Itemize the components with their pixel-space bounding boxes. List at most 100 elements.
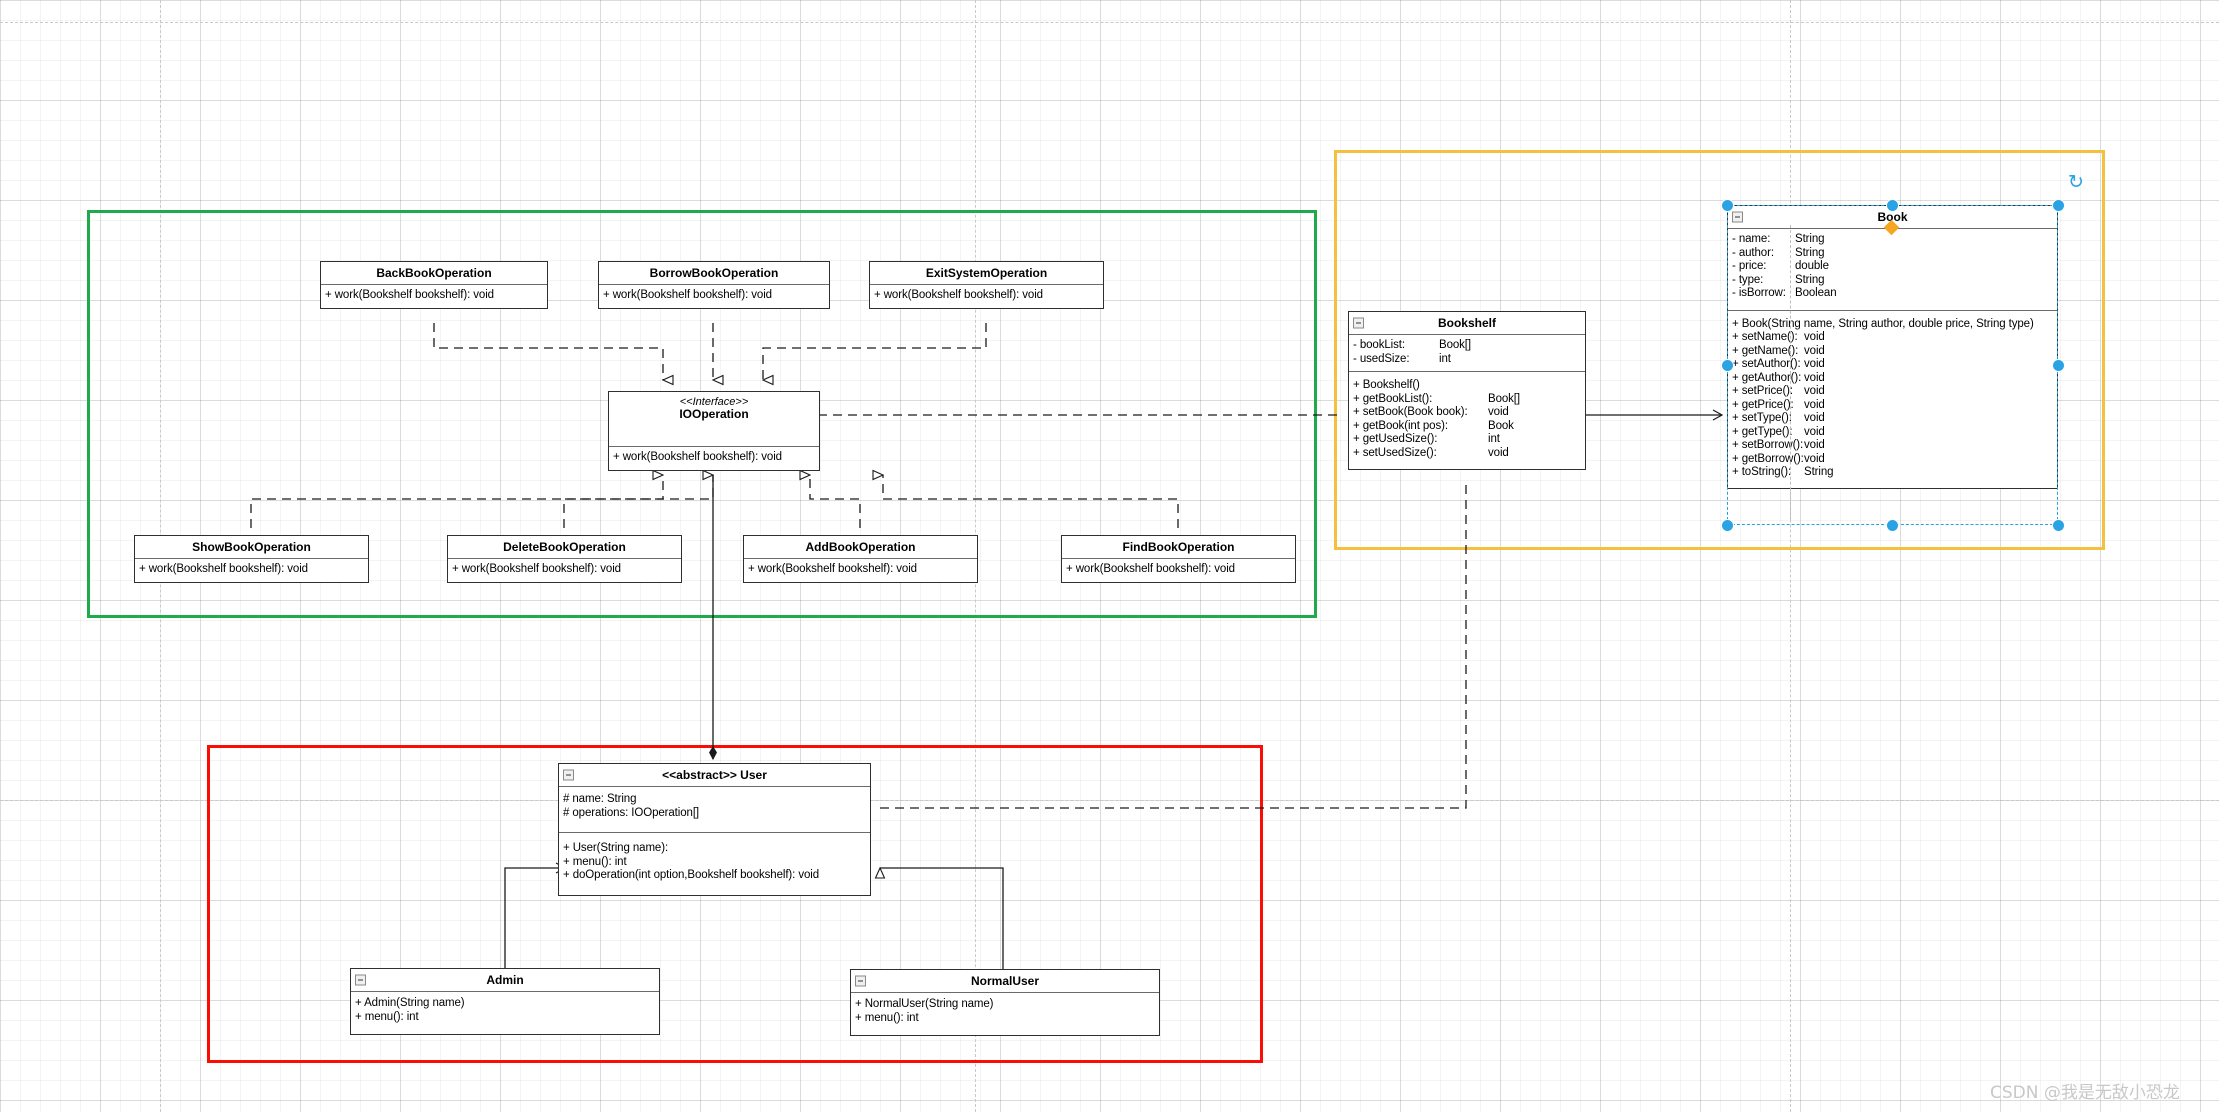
methods-compartment: + work(Bookshelf bookshelf): void (609, 447, 819, 470)
method-row: + getBorrow(): void (1732, 453, 2053, 467)
class-title: BackBookOperation (321, 262, 547, 285)
methods-compartment: + work(Bookshelf bookshelf): void (1062, 559, 1295, 582)
class-delete-book-operation[interactable]: DeleteBookOperation + work(Bookshelf boo… (447, 535, 682, 583)
class-title: FindBookOperation (1062, 536, 1295, 559)
method-row: + work(Bookshelf bookshelf): void (603, 289, 825, 303)
attributes-compartment: - name: String - author: String - price:… (1728, 229, 2057, 311)
method-row: + setName(): void (1732, 331, 2053, 345)
collapse-icon[interactable] (1732, 212, 1743, 223)
method-row: + setPrice(): void (1732, 385, 2053, 399)
selection-handle-top-center[interactable] (1886, 199, 1899, 212)
method-row: + setType(): void (1732, 412, 2053, 426)
method-row: + work(Bookshelf bookshelf): void (139, 563, 364, 577)
class-exit-system-operation[interactable]: ExitSystemOperation + work(Bookshelf boo… (869, 261, 1104, 309)
selection-handle-top-right[interactable] (2052, 199, 2065, 212)
method-row: + getBook(int pos): Book (1353, 420, 1581, 434)
method-row: + getPrice(): void (1732, 399, 2053, 413)
method-row: + menu(): int (355, 1011, 655, 1025)
attribute-row: # name: String (563, 793, 866, 807)
methods-compartment: + work(Bookshelf bookshelf): void (448, 559, 681, 582)
class-name: IOOperation (679, 407, 748, 421)
method-row: + setAuthor(): void (1732, 358, 2053, 372)
diagram-canvas[interactable]: BackBookOperation + work(Bookshelf books… (0, 0, 2219, 1112)
class-title: Bookshelf (1349, 312, 1585, 335)
class-title: <<Interface>> IOOperation (609, 392, 819, 447)
method-row: + work(Bookshelf bookshelf): void (325, 289, 543, 303)
method-row: + work(Bookshelf bookshelf): void (1066, 563, 1291, 577)
class-title: AddBookOperation (744, 536, 977, 559)
selection-handle-middle-left[interactable] (1721, 359, 1734, 372)
class-book[interactable]: Book - name: String - author: String - p… (1727, 205, 2058, 489)
class-title: BorrowBookOperation (599, 262, 829, 285)
methods-compartment: + work(Bookshelf bookshelf): void (599, 285, 829, 308)
attributes-compartment: - bookList: Book[] - usedSize: int (1349, 335, 1585, 372)
class-name: Bookshelf (1438, 316, 1496, 330)
class-io-operation[interactable]: <<Interface>> IOOperation + work(Bookshe… (608, 391, 820, 471)
method-row: + menu(): int (855, 1012, 1155, 1026)
collapse-icon[interactable] (1353, 318, 1364, 329)
method-row: + getBookList(): Book[] (1353, 393, 1581, 407)
class-title: ExitSystemOperation (870, 262, 1103, 285)
method-row: + menu(): int (563, 856, 866, 870)
method-row: + getUsedSize(): int (1353, 433, 1581, 447)
attribute-row: - name: String (1732, 233, 2053, 247)
class-name: <<abstract>> User (662, 768, 767, 782)
attribute-row: - price: double (1732, 260, 2053, 274)
class-borrow-book-operation[interactable]: BorrowBookOperation + work(Bookshelf boo… (598, 261, 830, 309)
attribute-row: # operations: IOOperation[] (563, 807, 866, 821)
methods-compartment: + NormalUser(String name) + menu(): int (851, 993, 1159, 1035)
method-row: + work(Bookshelf bookshelf): void (452, 563, 677, 577)
collapse-icon[interactable] (563, 770, 574, 781)
method-row: + setBorrow(): void (1732, 439, 2053, 453)
class-show-book-operation[interactable]: ShowBookOperation + work(Bookshelf books… (134, 535, 369, 583)
class-find-book-operation[interactable]: FindBookOperation + work(Bookshelf books… (1061, 535, 1296, 583)
class-title: DeleteBookOperation (448, 536, 681, 559)
method-row: + getName(): void (1732, 345, 2053, 359)
method-row: + toString(): String (1732, 466, 2053, 480)
selection-handle-bottom-left[interactable] (1721, 519, 1734, 532)
class-add-book-operation[interactable]: AddBookOperation + work(Bookshelf booksh… (743, 535, 978, 583)
methods-compartment: + Admin(String name) + menu(): int (351, 992, 659, 1034)
attribute-row: - type: String (1732, 274, 2053, 288)
class-title: NormalUser (851, 970, 1159, 993)
attribute-row: - isBorrow: Boolean (1732, 287, 2053, 301)
attribute-row: - bookList: Book[] (1353, 339, 1581, 353)
class-back-book-operation[interactable]: BackBookOperation + work(Bookshelf books… (320, 261, 548, 309)
method-row: + work(Bookshelf bookshelf): void (748, 563, 973, 577)
class-normal-user[interactable]: NormalUser + NormalUser(String name) + m… (850, 969, 1160, 1036)
method-row: + NormalUser(String name) (855, 998, 1155, 1012)
method-row: + getAuthor(): void (1732, 372, 2053, 386)
selection-handle-bottom-right[interactable] (2052, 519, 2065, 532)
methods-compartment: + work(Bookshelf bookshelf): void (870, 285, 1103, 308)
selection-handle-middle-right[interactable] (2052, 359, 2065, 372)
method-row: + Book(String name, String author, doubl… (1732, 318, 2053, 332)
method-row: + doOperation(int option,Bookshelf books… (563, 869, 866, 883)
class-admin[interactable]: Admin + Admin(String name) + menu(): int (350, 968, 660, 1035)
page-guide-horizontal (0, 22, 2219, 23)
class-user[interactable]: <<abstract>> User # name: String # opera… (558, 763, 871, 896)
methods-compartment: + Book(String name, String author, doubl… (1728, 311, 2057, 488)
method-row: + setBook(Book book): void (1353, 406, 1581, 420)
collapse-icon[interactable] (355, 975, 366, 986)
selection-handle-top-left[interactable] (1721, 199, 1734, 212)
class-bookshelf[interactable]: Bookshelf - bookList: Book[] - usedSize:… (1348, 311, 1586, 470)
method-row: + Admin(String name) (355, 997, 655, 1011)
methods-compartment: + work(Bookshelf bookshelf): void (321, 285, 547, 308)
class-title: ShowBookOperation (135, 536, 368, 559)
methods-compartment: + work(Bookshelf bookshelf): void (135, 559, 368, 582)
method-row: + setUsedSize(): void (1353, 447, 1581, 461)
method-row: + getType(): void (1732, 426, 2053, 440)
collapse-icon[interactable] (855, 976, 866, 987)
selection-handle-bottom-center[interactable] (1886, 519, 1899, 532)
method-row: + work(Bookshelf bookshelf): void (874, 289, 1099, 303)
class-title: <<abstract>> User (559, 764, 870, 787)
method-row: + Bookshelf() (1353, 379, 1581, 393)
method-row: + work(Bookshelf bookshelf): void (613, 451, 815, 465)
methods-compartment: + Bookshelf() + getBookList(): Book[] + … (1349, 372, 1585, 469)
class-title: Admin (351, 969, 659, 992)
book-column-divider (1790, 225, 1791, 520)
class-name: Admin (486, 973, 523, 987)
methods-compartment: + User(String name): + menu(): int + doO… (559, 833, 870, 895)
methods-compartment: + work(Bookshelf bookshelf): void (744, 559, 977, 582)
rotate-icon[interactable]: ↻ (2068, 173, 2084, 192)
